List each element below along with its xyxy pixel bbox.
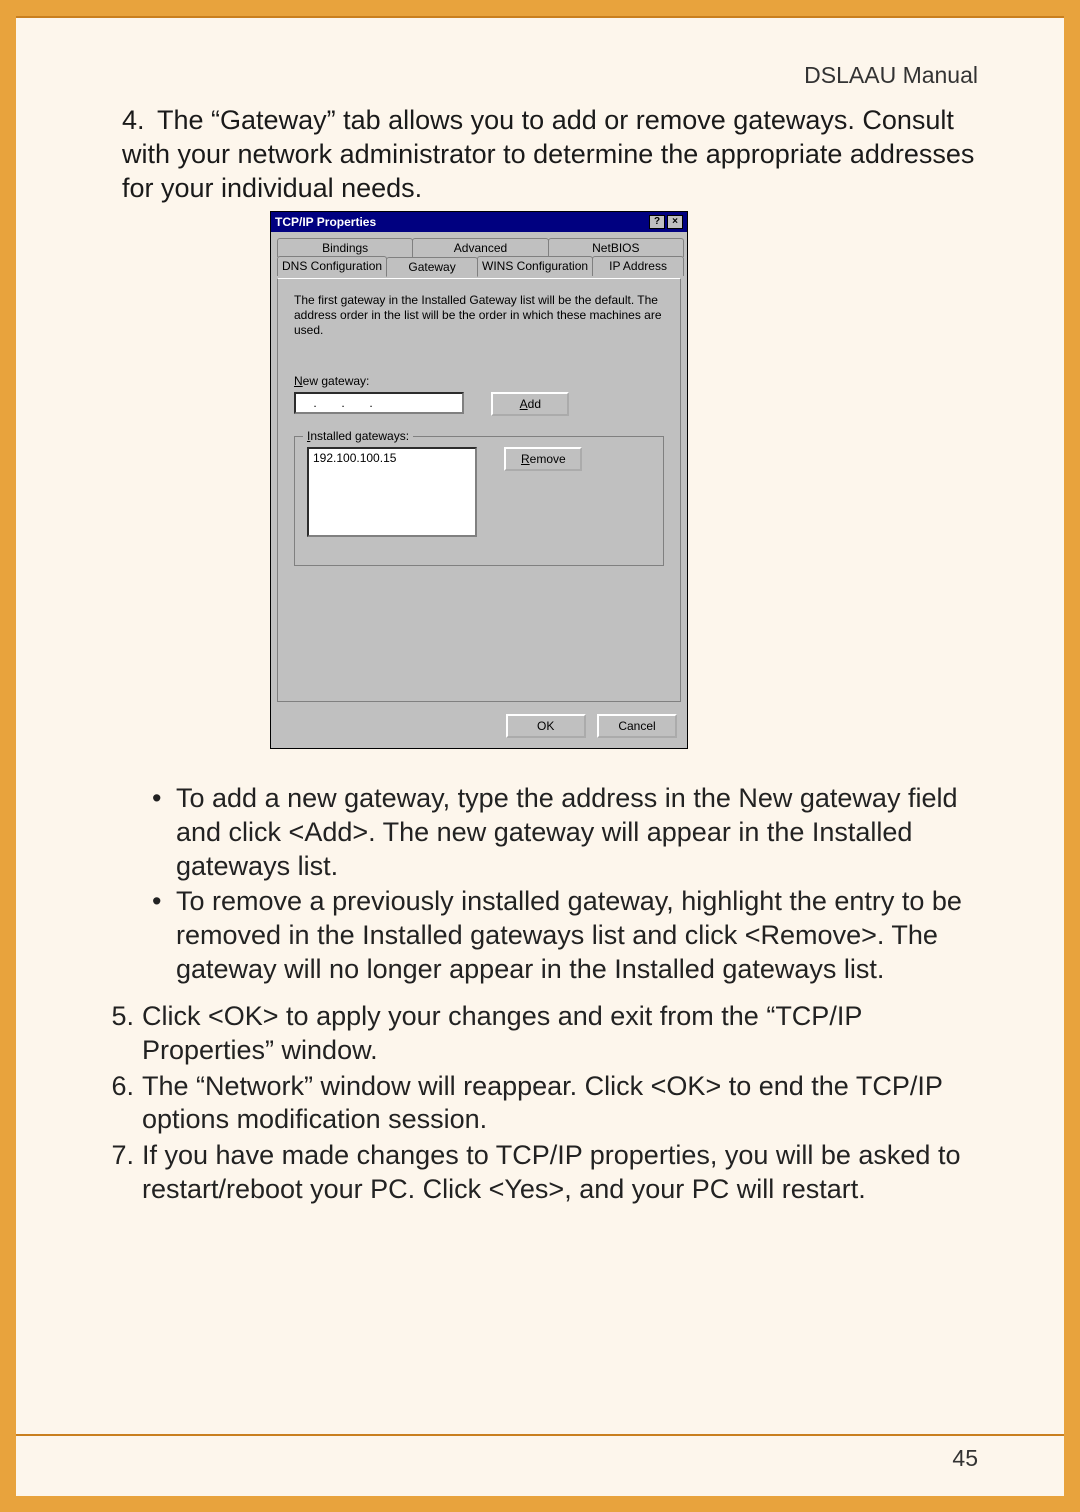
- tab-ip-address[interactable]: IP Address: [592, 256, 684, 276]
- installed-gateways-label: Installed gateways:: [303, 429, 413, 443]
- gateway-tab-panel: The first gateway in the Installed Gatew…: [277, 278, 681, 702]
- step-5-text: Click <OK> to apply your changes and exi…: [142, 1000, 976, 1068]
- step-7-text: If you have made changes to TCP/IP prope…: [142, 1139, 976, 1207]
- new-gateway-label: New gateway:: [294, 374, 664, 388]
- bullet-dot: •: [152, 885, 176, 986]
- dialog-buttons: OK Cancel: [498, 714, 677, 738]
- ok-button[interactable]: OK: [506, 714, 586, 738]
- step-4-bullets: • To add a new gateway, type the address…: [152, 782, 976, 989]
- tab-netbios[interactable]: NetBIOS: [548, 238, 684, 257]
- step-7-number: 7.: [100, 1139, 142, 1207]
- manual-page: DSLAAU Manual 4. The “Gateway” tab allow…: [16, 16, 1064, 1496]
- tab-wins-configuration[interactable]: WINS Configuration: [477, 256, 593, 276]
- step-4-number: 4.: [122, 104, 150, 138]
- bullet-dot: •: [152, 782, 176, 883]
- step-6-text: The “Network” window will reappear. Clic…: [142, 1070, 976, 1138]
- tab-gateway[interactable]: Gateway: [386, 257, 478, 277]
- step-4: 4. The “Gateway” tab allows you to add o…: [122, 104, 976, 205]
- page-number: 45: [952, 1445, 978, 1472]
- bullet-1: To add a new gateway, type the address i…: [176, 782, 976, 883]
- tab-bindings[interactable]: Bindings: [277, 238, 413, 257]
- installed-gateways-group: Installed gateways: 192.100.100.15 Remov…: [294, 436, 664, 566]
- new-gateway-input[interactable]: ...: [294, 392, 464, 414]
- help-icon[interactable]: ?: [649, 215, 665, 229]
- remove-button[interactable]: Remove: [504, 447, 582, 471]
- step-6-number: 6.: [100, 1070, 142, 1138]
- tcpip-properties-dialog: TCP/IP Properties ? × Bindings Advanced …: [270, 211, 688, 749]
- step-4-text: The “Gateway” tab allows you to add or r…: [122, 105, 974, 203]
- cancel-button[interactable]: Cancel: [597, 714, 677, 738]
- step-5-number: 5.: [100, 1000, 142, 1068]
- dialog-titlebar[interactable]: TCP/IP Properties ? ×: [271, 212, 687, 232]
- tab-advanced[interactable]: Advanced: [412, 238, 548, 257]
- dialog-title: TCP/IP Properties: [275, 215, 647, 229]
- bullet-2: To remove a previously installed gateway…: [176, 885, 976, 986]
- manual-title: DSLAAU Manual: [804, 62, 978, 89]
- installed-gateways-list[interactable]: 192.100.100.15: [307, 447, 477, 537]
- tab-strip: Bindings Advanced NetBIOS DNS Configurat…: [277, 238, 681, 278]
- steps-5-6-7: 5. Click <OK> to apply your changes and …: [100, 1000, 976, 1209]
- gateway-description: The first gateway in the Installed Gatew…: [294, 293, 664, 338]
- tab-dns-configuration[interactable]: DNS Configuration: [277, 256, 387, 276]
- add-button[interactable]: Add: [491, 392, 569, 416]
- footer-divider: [16, 1434, 1064, 1436]
- close-icon[interactable]: ×: [667, 215, 683, 229]
